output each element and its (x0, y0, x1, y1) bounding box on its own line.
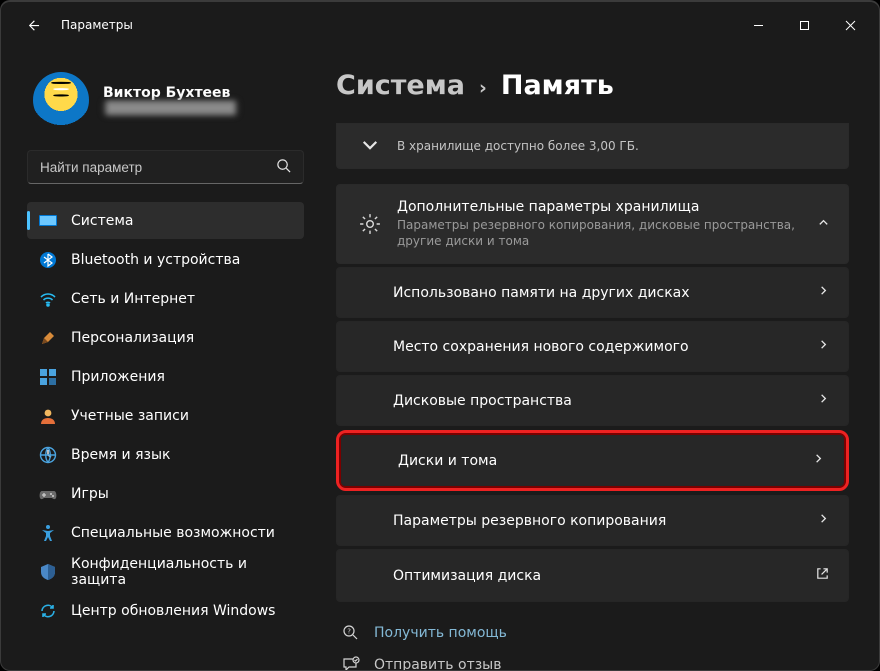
sidebar-item-label: Персонализация (71, 330, 194, 346)
help-icon: ? (342, 624, 360, 642)
chevron-right-icon (817, 284, 830, 301)
search-box[interactable] (27, 150, 304, 184)
sidebar-item-label: Учетные записи (71, 408, 189, 424)
accounts-icon (39, 407, 57, 425)
row-storage-spaces[interactable]: Дисковые пространства (336, 375, 849, 426)
main-content: Система › Память В хранилище доступно бо… (316, 48, 879, 670)
network-icon (39, 290, 57, 308)
advanced-storage-card[interactable]: Дополнительные параметры хранилища Парам… (336, 184, 849, 264)
sidebar: Виктор Бухтеев ██████████████ Система (1, 48, 316, 670)
get-help-link[interactable]: ? Получить помощь (342, 624, 849, 642)
breadcrumb-current: Память (501, 70, 614, 101)
sidebar-item-label: Система (71, 213, 133, 229)
breadcrumb: Система › Память (336, 70, 849, 101)
svg-text:?: ? (347, 628, 351, 636)
row-label: Диски и тома (398, 453, 812, 469)
sidebar-item-label: Центр обновления Windows (71, 603, 275, 619)
row-backup-options[interactable]: Параметры резервного копирования (336, 495, 849, 546)
chevron-right-icon (817, 512, 830, 529)
help-label: Получить помощь (374, 625, 507, 641)
chevron-down-icon (359, 134, 381, 156)
row-label: Место сохранения нового содержимого (393, 339, 817, 355)
advanced-title: Дополнительные параметры хранилища (397, 199, 801, 215)
row-label: Использовано памяти на других дисках (393, 285, 817, 301)
sidebar-item-label: Сеть и Интернет (71, 291, 195, 307)
row-label: Оптимизация диска (393, 568, 815, 584)
sidebar-nav: Система Bluetooth и устройства Сеть и Ин… (27, 202, 304, 629)
row-drive-optimization[interactable]: Оптимизация диска (336, 549, 849, 602)
help-links: ? Получить помощь Отправить отзыв (336, 624, 849, 670)
minimize-button[interactable] (735, 9, 781, 41)
gaming-icon (39, 485, 57, 503)
apps-icon (39, 368, 57, 386)
window-controls (735, 9, 873, 41)
breadcrumb-root[interactable]: Система (336, 70, 465, 101)
accessibility-icon (39, 524, 57, 542)
sidebar-item-apps[interactable]: Приложения (27, 358, 304, 395)
chevron-right-icon (817, 338, 830, 355)
search-icon (276, 158, 291, 177)
external-link-icon (815, 566, 830, 585)
titlebar: Параметры (1, 2, 879, 48)
profile-name: Виктор Бухтеев (103, 85, 238, 101)
privacy-icon (39, 563, 57, 581)
avatar (33, 72, 89, 128)
sidebar-item-accounts[interactable]: Учетные записи (27, 397, 304, 434)
window-title: Параметры (61, 18, 133, 32)
chevron-right-icon (817, 392, 830, 409)
feedback-label: Отправить отзыв (374, 657, 501, 670)
settings-window: Параметры Виктор Бухтеев ██████████████ (0, 0, 880, 671)
profile-email: ██████████████ (103, 101, 238, 115)
personalize-icon (39, 329, 57, 347)
update-icon (39, 602, 57, 620)
time-icon (39, 446, 57, 464)
sidebar-item-network[interactable]: Сеть и Интернет (27, 280, 304, 317)
sidebar-item-system[interactable]: Система (27, 202, 304, 239)
gear-icon (359, 213, 381, 235)
storage-available-text: В хранилище доступно более 3,00 ГБ. (397, 138, 809, 154)
sidebar-item-accessibility[interactable]: Специальные возможности (27, 514, 304, 551)
storage-overview-card[interactable]: В хранилище доступно более 3,00 ГБ. › (336, 123, 849, 169)
sidebar-item-label: Игры (71, 486, 109, 502)
feedback-link[interactable]: Отправить отзыв (342, 656, 849, 670)
maximize-button[interactable] (781, 9, 827, 41)
profile-block[interactable]: Виктор Бухтеев ██████████████ (27, 72, 304, 128)
sidebar-item-privacy[interactable]: Конфиденциальность и защита (27, 553, 304, 590)
sidebar-item-personalization[interactable]: Персонализация (27, 319, 304, 356)
sidebar-item-label: Специальные возможности (71, 525, 275, 541)
system-icon (39, 212, 57, 230)
bluetooth-icon (39, 251, 57, 269)
sidebar-item-time-language[interactable]: Время и язык (27, 436, 304, 473)
row-storage-other-disks[interactable]: Использовано памяти на других дисках (336, 267, 849, 318)
row-save-locations[interactable]: Место сохранения нового содержимого (336, 321, 849, 372)
sidebar-item-label: Конфиденциальность и защита (71, 556, 294, 588)
row-label: Параметры резервного копирования (393, 513, 817, 529)
sidebar-item-bluetooth[interactable]: Bluetooth и устройства (27, 241, 304, 278)
sidebar-item-label: Приложения (71, 369, 165, 385)
back-button[interactable] (21, 14, 43, 36)
chevron-up-icon (817, 216, 830, 233)
search-input[interactable] (40, 160, 276, 175)
advanced-subtitle: Параметры резервного копирования, дисков… (397, 217, 801, 249)
highlight-annotation: Диски и тома (336, 430, 849, 491)
sidebar-item-label: Время и язык (71, 447, 170, 463)
chevron-right-icon: › (479, 77, 487, 99)
row-label: Дисковые пространства (393, 393, 817, 409)
sidebar-item-label: Bluetooth и устройства (71, 252, 240, 268)
row-disks-volumes[interactable]: Диски и тома (341, 435, 844, 486)
chevron-right-icon (812, 452, 825, 469)
feedback-icon (342, 656, 360, 670)
sidebar-item-windows-update[interactable]: Центр обновления Windows (27, 592, 304, 629)
close-button[interactable] (827, 9, 873, 41)
sidebar-item-gaming[interactable]: Игры (27, 475, 304, 512)
